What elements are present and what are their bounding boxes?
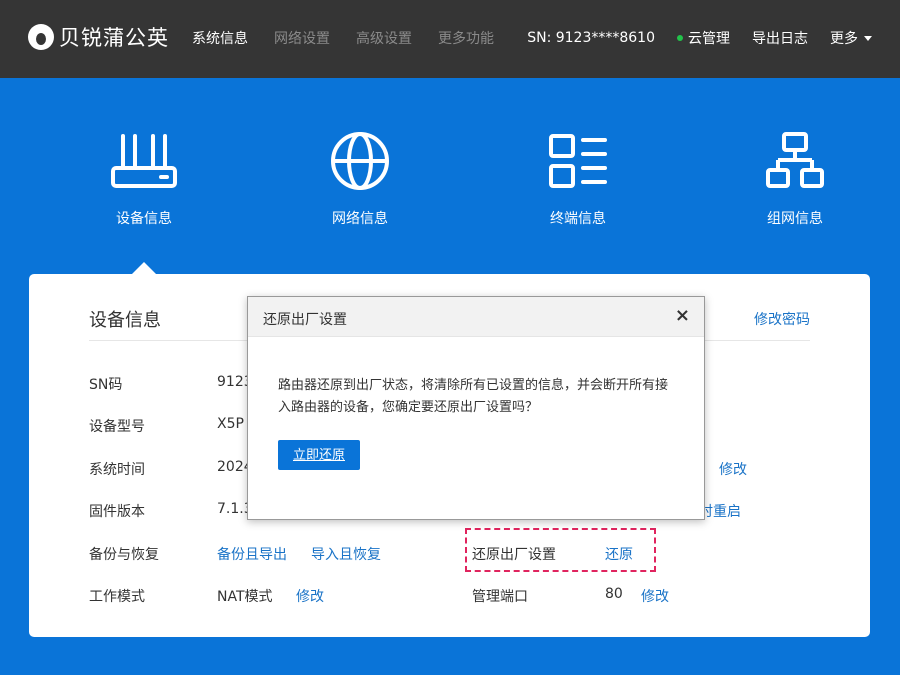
backup-restore-label: 备份与恢复 [89, 547, 159, 563]
import-restore-link[interactable]: 导入且恢复 [311, 544, 381, 564]
online-status-icon [677, 35, 683, 41]
router-icon [111, 134, 177, 188]
manage-port-label: 管理端口 [472, 589, 528, 605]
network-tree-icon [766, 132, 824, 188]
nav-advanced-settings[interactable]: 高级设置 [356, 28, 412, 48]
model-value: X5P [217, 416, 244, 432]
category-device-info-label: 设备信息 [116, 211, 172, 227]
scheduled-reboot-link[interactable]: 时重启 [699, 501, 741, 521]
export-log-link[interactable]: 导出日志 [752, 28, 808, 48]
brand-logo[interactable]: 贝锐蒲公英 [28, 22, 169, 52]
brand-name: 贝锐蒲公英 [59, 26, 169, 50]
model-label: 设备型号 [89, 419, 145, 435]
factory-reset-dialog: 还原出厂设置 × 路由器还原到出厂状态，将清除所有已设置的信息，并会断开所有接入… [247, 296, 705, 520]
work-mode-label: 工作模式 [89, 589, 145, 605]
factory-reset-link[interactable]: 还原 [605, 544, 633, 564]
more-label: 更多 [830, 31, 858, 47]
nav-more-features[interactable]: 更多功能 [438, 28, 494, 48]
backup-export-link[interactable]: 备份且导出 [217, 544, 287, 564]
card-title: 设备信息 [89, 310, 161, 331]
device-sn: SN: 9123****8610 [527, 30, 655, 46]
dialog-header: 还原出厂设置 × [248, 297, 704, 337]
top-bar: 贝锐蒲公英 系统信息 网络设置 高级设置 更多功能 SN: 9123****86… [0, 0, 900, 78]
more-menu[interactable]: 更多 [830, 28, 872, 48]
caret-down-icon [864, 36, 872, 41]
nav-network-settings[interactable]: 网络设置 [274, 28, 330, 48]
logo-icon [28, 24, 54, 50]
system-time-label: 系统时间 [89, 462, 145, 478]
dialog-message: 路由器还原到出厂状态，将清除所有已设置的信息，并会断开所有接入路由器的设备，您确… [278, 378, 669, 415]
work-mode-value: NAT模式 [217, 589, 273, 605]
cloud-manage-label: 云管理 [688, 31, 730, 47]
category-terminal-info-label: 终端信息 [550, 211, 606, 227]
manage-port-value: 80 [605, 586, 623, 602]
category-network-info-label: 网络信息 [332, 211, 388, 227]
main-nav: 系统信息 网络设置 高级设置 更多功能 [192, 28, 520, 48]
sn-label: SN码 [89, 377, 123, 393]
factory-reset-label: 还原出厂设置 [472, 547, 556, 563]
change-password-link[interactable]: 修改密码 [754, 309, 810, 329]
category-device-info[interactable]: 设备信息 [84, 130, 204, 228]
system-time-edit-link[interactable]: 修改 [719, 459, 747, 479]
category-network-info[interactable]: 网络信息 [300, 130, 420, 228]
category-networking-info[interactable]: 组网信息 [735, 130, 855, 228]
dialog-title: 还原出厂设置 [263, 312, 347, 328]
cloud-manage-link[interactable]: 云管理 [677, 28, 730, 48]
active-category-pointer [132, 262, 156, 274]
work-mode-edit-link[interactable]: 修改 [296, 586, 324, 606]
category-networking-info-label: 组网信息 [767, 211, 823, 227]
close-icon[interactable]: × [675, 305, 690, 326]
globe-icon [331, 132, 389, 190]
manage-port-edit-link[interactable]: 修改 [641, 586, 669, 606]
list-icon [549, 134, 607, 188]
confirm-restore-button[interactable]: 立即还原 [278, 440, 360, 470]
top-right-area: SN: 9123****8610 云管理 导出日志 更多 [527, 28, 872, 48]
nav-system-info[interactable]: 系统信息 [192, 28, 248, 48]
category-terminal-info[interactable]: 终端信息 [518, 130, 638, 228]
firmware-label: 固件版本 [89, 504, 145, 520]
